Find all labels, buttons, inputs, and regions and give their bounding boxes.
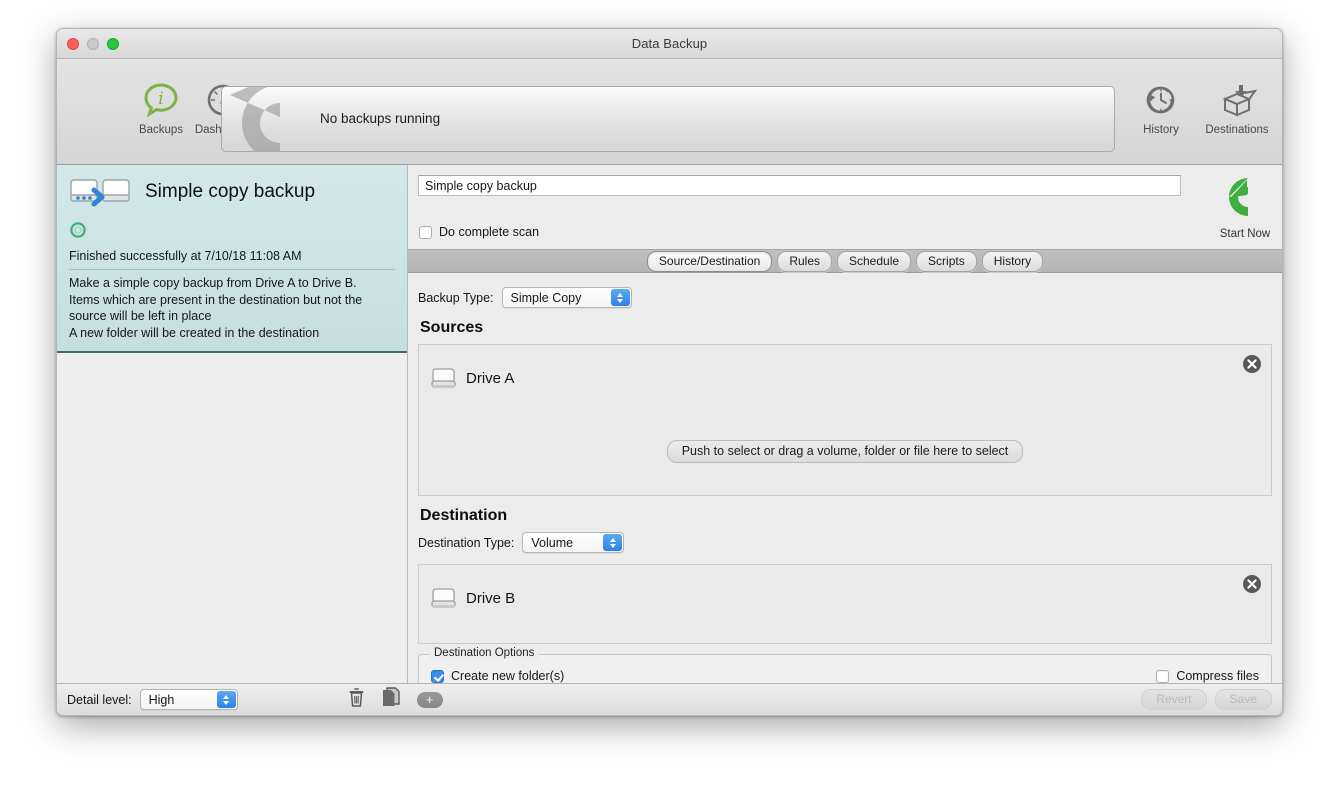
form-actions: Revert Save: [1141, 689, 1282, 710]
trash-icon: [348, 688, 365, 707]
description-line: Items which are present in the destinati…: [69, 292, 395, 309]
detail-level-label: Detail level:: [67, 693, 132, 707]
save-button[interactable]: Save: [1215, 689, 1272, 710]
backup-name-input[interactable]: Simple copy backup: [418, 175, 1181, 196]
tab-source-destination[interactable]: Source/Destination: [647, 251, 772, 272]
destination-type-row: Destination Type: Volume: [418, 532, 1272, 553]
create-new-folder-option[interactable]: Create new folder(s): [431, 669, 564, 683]
history-clock-icon: [1125, 79, 1197, 121]
revert-button[interactable]: Revert: [1141, 689, 1206, 710]
start-now-button[interactable]: Start Now: [1198, 173, 1283, 240]
complete-scan-row[interactable]: Do complete scan: [419, 225, 539, 239]
destinations-box-icon: [1189, 79, 1283, 121]
backup-item-name: Simple copy backup: [145, 181, 315, 203]
detail-level-select[interactable]: High: [140, 689, 238, 710]
destination-options-legend: Destination Options: [429, 647, 539, 659]
backup-type-select[interactable]: Simple Copy: [502, 287, 632, 308]
window-title: Data Backup: [57, 36, 1282, 51]
tab-rules[interactable]: Rules: [777, 251, 832, 272]
description-line: A new folder will be created in the dest…: [69, 325, 395, 342]
backup-item-header: Simple copy backup: [69, 175, 395, 209]
backup-detail-panel: Simple copy backup Do complete scan Star…: [408, 165, 1282, 685]
toolbar-item-label: Destinations: [1189, 124, 1283, 136]
source-drive-row[interactable]: Drive A: [419, 345, 1271, 400]
remove-destination-button[interactable]: [1242, 574, 1262, 599]
backup-type-row: Backup Type: Simple Copy: [418, 287, 1272, 308]
toolbar-item-history[interactable]: History: [1125, 79, 1197, 136]
destination-drive-row[interactable]: Drive B: [419, 565, 1271, 620]
start-now-label: Start Now: [1198, 228, 1283, 240]
backup-actions: +: [348, 687, 443, 712]
add-backup-button[interactable]: +: [417, 692, 443, 708]
backup-status-panel: No backups running: [221, 86, 1115, 152]
destination-type-select[interactable]: Volume: [522, 532, 624, 553]
chevron-updown-icon: [603, 534, 622, 551]
sources-box[interactable]: Drive A Push to select or drag a volume,…: [418, 344, 1272, 496]
create-new-folder-checkbox[interactable]: [431, 670, 444, 683]
destination-options-group: Destination Options Create new folder(s)…: [418, 654, 1272, 685]
chevron-updown-icon: [217, 691, 236, 708]
bottom-bar: Detail level: High: [57, 683, 1282, 715]
compress-files-option[interactable]: Compress files: [1156, 669, 1259, 683]
complete-scan-checkbox[interactable]: [419, 226, 432, 239]
remove-source-button[interactable]: [1242, 354, 1262, 379]
toolbar: i Backups: [57, 59, 1282, 165]
destination-type-value: Volume: [531, 536, 573, 550]
green-ring-icon: [69, 221, 87, 239]
status-text: No backups running: [320, 111, 440, 126]
drive-icon: [431, 586, 456, 612]
destination-title: Destination: [420, 507, 1272, 525]
window-body: Simple copy backup Finished successfully…: [57, 165, 1282, 685]
backups-sidebar: Simple copy backup Finished successfully…: [57, 165, 408, 685]
tab-history[interactable]: History: [982, 251, 1043, 272]
source-drop-hint: Push to select or drag a volume, folder …: [667, 440, 1024, 463]
backup-description: Make a simple copy backup from Drive A t…: [69, 275, 395, 341]
backup-arrow-watermark-icon: [221, 86, 332, 152]
chevron-updown-icon: [611, 289, 630, 306]
detail-level-value: High: [149, 693, 175, 707]
toolbar-item-label: History: [1125, 124, 1197, 136]
destination-options-row: Create new folder(s) Compress files: [431, 669, 1259, 683]
data-backup-window: Data Backup i Backups: [56, 28, 1283, 716]
title-bar: Data Backup: [57, 29, 1282, 59]
source-drop-zone[interactable]: Push to select or drag a volume, folder …: [419, 422, 1271, 480]
close-circle-icon: [1242, 354, 1262, 374]
source-drive-name: Drive A: [466, 370, 514, 387]
delete-backup-button[interactable]: [348, 688, 365, 712]
tab-scripts[interactable]: Scripts: [916, 251, 977, 272]
source-destination-pane: Backup Type: Simple Copy Sources: [408, 274, 1282, 685]
backup-type-label: Backup Type:: [418, 291, 494, 305]
complete-scan-label: Do complete scan: [439, 225, 539, 239]
tab-bar: Source/Destination Rules Schedule Script…: [408, 249, 1282, 273]
detail-level-group: Detail level: High: [57, 689, 238, 710]
sources-title: Sources: [420, 319, 1272, 337]
destination-drive-name: Drive B: [466, 590, 515, 607]
backup-type-value: Simple Copy: [511, 291, 582, 305]
description-line: Make a simple copy backup from Drive A t…: [69, 275, 395, 292]
destination-type-label: Destination Type:: [418, 536, 514, 550]
compress-files-label: Compress files: [1176, 669, 1259, 683]
backup-list-item[interactable]: Simple copy backup Finished successfully…: [57, 165, 407, 353]
description-line: source will be left in place: [69, 308, 395, 325]
svg-text:i: i: [158, 89, 163, 109]
duplicate-icon: [381, 687, 401, 707]
tab-schedule[interactable]: Schedule: [837, 251, 911, 272]
create-new-folder-label: Create new folder(s): [451, 669, 564, 683]
start-now-icon: [1221, 173, 1269, 221]
toolbar-item-destinations[interactable]: Destinations: [1189, 79, 1283, 136]
destination-box[interactable]: Drive B: [418, 564, 1272, 644]
screen: Data Backup i Backups: [0, 0, 1339, 790]
two-drives-copy-icon: [69, 175, 133, 209]
divider: [69, 269, 395, 270]
duplicate-backup-button[interactable]: [381, 687, 401, 712]
compress-files-checkbox[interactable]: [1156, 670, 1169, 683]
backup-finished-text: Finished successfully at 7/10/18 11:08 A…: [69, 249, 395, 263]
backup-status-row: [69, 221, 395, 244]
close-circle-icon: [1242, 574, 1262, 594]
drive-icon: [431, 366, 456, 392]
